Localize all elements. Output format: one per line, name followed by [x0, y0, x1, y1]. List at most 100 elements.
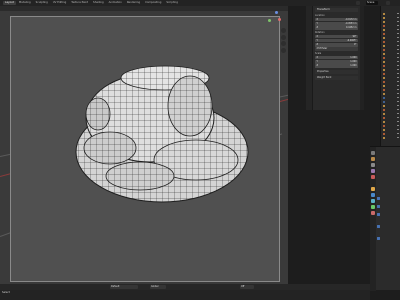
eye-icon[interactable]: [397, 72, 399, 75]
scene-icon[interactable]: [356, 1, 360, 5]
eye-icon[interactable]: [397, 112, 399, 115]
outliner-row[interactable]: [382, 28, 400, 31]
transform-header[interactable]: Transform: [315, 8, 358, 12]
outliner-row[interactable]: [382, 32, 400, 35]
eye-icon[interactable]: [397, 32, 399, 35]
outliner-row[interactable]: [382, 88, 400, 91]
eye-icon[interactable]: [397, 28, 399, 31]
eye-icon[interactable]: [397, 64, 399, 67]
eye-icon[interactable]: [397, 136, 399, 139]
rotation-y-field[interactable]: Y -0.0005°: [315, 38, 358, 43]
material-icon[interactable]: [371, 211, 375, 215]
eye-icon[interactable]: [397, 92, 399, 95]
x-axis-handle[interactable]: [278, 18, 281, 21]
eye-icon[interactable]: [397, 84, 399, 87]
outliner-row[interactable]: [382, 12, 400, 15]
camera-icon[interactable]: [281, 41, 286, 46]
outliner-row[interactable]: [382, 84, 400, 87]
eye-icon[interactable]: [397, 96, 399, 99]
outliner-row[interactable]: [382, 124, 400, 127]
outliner-row[interactable]: [382, 20, 400, 23]
eye-icon[interactable]: [397, 76, 399, 79]
grid-icon[interactable]: [281, 47, 286, 53]
eye-icon[interactable]: [397, 16, 399, 19]
outliner-row[interactable]: [382, 68, 400, 71]
outliner-row[interactable]: [382, 128, 400, 131]
world-icon[interactable]: [371, 175, 375, 179]
outliner-row[interactable]: [382, 132, 400, 135]
scene-selector[interactable]: Scene: [366, 1, 378, 5]
checkbox[interactable]: [377, 205, 380, 208]
eye-icon[interactable]: [397, 40, 399, 43]
zoom-icon[interactable]: [281, 28, 286, 33]
tab-compositing[interactable]: Compositing: [143, 1, 163, 5]
eye-icon[interactable]: [397, 88, 399, 91]
mesh-data-icon[interactable]: [371, 205, 375, 209]
outliner-row[interactable]: [382, 36, 400, 39]
output-icon[interactable]: [371, 163, 375, 167]
eye-icon[interactable]: [397, 132, 399, 135]
outliner-row[interactable]: [382, 100, 400, 103]
location-z-field[interactable]: Z 0.4452 m: [315, 26, 358, 30]
3d-viewport[interactable]: [0, 6, 288, 290]
outliner-row[interactable]: [382, 120, 400, 123]
render-icon[interactable]: [371, 157, 375, 161]
eye-icon[interactable]: [397, 24, 399, 27]
outliner-row[interactable]: [382, 112, 400, 115]
eye-icon[interactable]: [397, 52, 399, 55]
properties-section[interactable]: Properties: [315, 69, 358, 74]
eye-icon[interactable]: [397, 80, 399, 83]
orientation-dropdown[interactable]: Global: [150, 285, 166, 289]
rotation-x-field[interactable]: X 90°: [315, 34, 358, 39]
y-axis-handle[interactable]: [268, 19, 271, 22]
eye-icon[interactable]: [397, 100, 399, 103]
eye-icon[interactable]: [397, 48, 399, 51]
sculpt-mesh[interactable]: [0, 6, 288, 290]
modifier-wrench-icon[interactable]: [371, 193, 375, 197]
tab-uv-editing[interactable]: UV Editing: [51, 1, 69, 5]
eye-icon[interactable]: [397, 128, 399, 131]
outliner-row[interactable]: [382, 80, 400, 83]
eye-icon[interactable]: [397, 20, 399, 23]
outliner-row[interactable]: [382, 92, 400, 95]
location-x-field[interactable]: X -0.0172 m: [315, 17, 358, 22]
tab-layout[interactable]: Layout: [3, 1, 16, 5]
tab-shading[interactable]: Shading: [91, 1, 106, 5]
eye-icon[interactable]: [397, 60, 399, 63]
location-y-field[interactable]: Y -0.4553 m: [315, 21, 358, 26]
outliner-row[interactable]: [382, 44, 400, 47]
tab-scripting[interactable]: Scripting: [164, 1, 180, 5]
outliner-row[interactable]: [382, 40, 400, 43]
outliner-row[interactable]: [382, 48, 400, 51]
eye-icon[interactable]: [397, 68, 399, 71]
outliner-row[interactable]: [382, 116, 400, 119]
outliner-row[interactable]: [382, 56, 400, 59]
snap-dropdown[interactable]: Off: [240, 285, 254, 289]
checkbox[interactable]: [377, 197, 380, 200]
sidebar-tab-strip[interactable]: [360, 6, 364, 110]
tab-texture-paint[interactable]: Texture Paint: [69, 1, 90, 5]
outliner-row[interactable]: [382, 60, 400, 63]
view-layer-icon[interactable]: [386, 1, 390, 5]
scale-z-field[interactable]: Z 1.000: [315, 64, 358, 68]
eye-icon[interactable]: [397, 124, 399, 127]
outliner-row[interactable]: [382, 136, 400, 139]
outliner-row[interactable]: [382, 96, 400, 99]
rotation-mode-dropdown[interactable]: XYZ Euler: [315, 47, 358, 51]
checkbox[interactable]: [377, 237, 380, 240]
tab-rendering[interactable]: Rendering: [125, 1, 142, 5]
scene-icon[interactable]: [371, 169, 375, 173]
eye-icon[interactable]: [397, 44, 399, 47]
eye-icon[interactable]: [397, 104, 399, 107]
tool-icon[interactable]: [371, 151, 375, 155]
object-icon[interactable]: [371, 187, 375, 191]
checkbox[interactable]: [377, 225, 380, 228]
outliner-row[interactable]: [382, 52, 400, 55]
outliner-row[interactable]: [382, 64, 400, 67]
outliner-row[interactable]: [382, 72, 400, 75]
outliner-row[interactable]: [382, 104, 400, 107]
eye-icon[interactable]: [397, 56, 399, 59]
pivot-dropdown[interactable]: Default: [110, 285, 138, 289]
tab-modeling[interactable]: Modeling: [17, 1, 33, 5]
outliner-row[interactable]: [382, 108, 400, 111]
